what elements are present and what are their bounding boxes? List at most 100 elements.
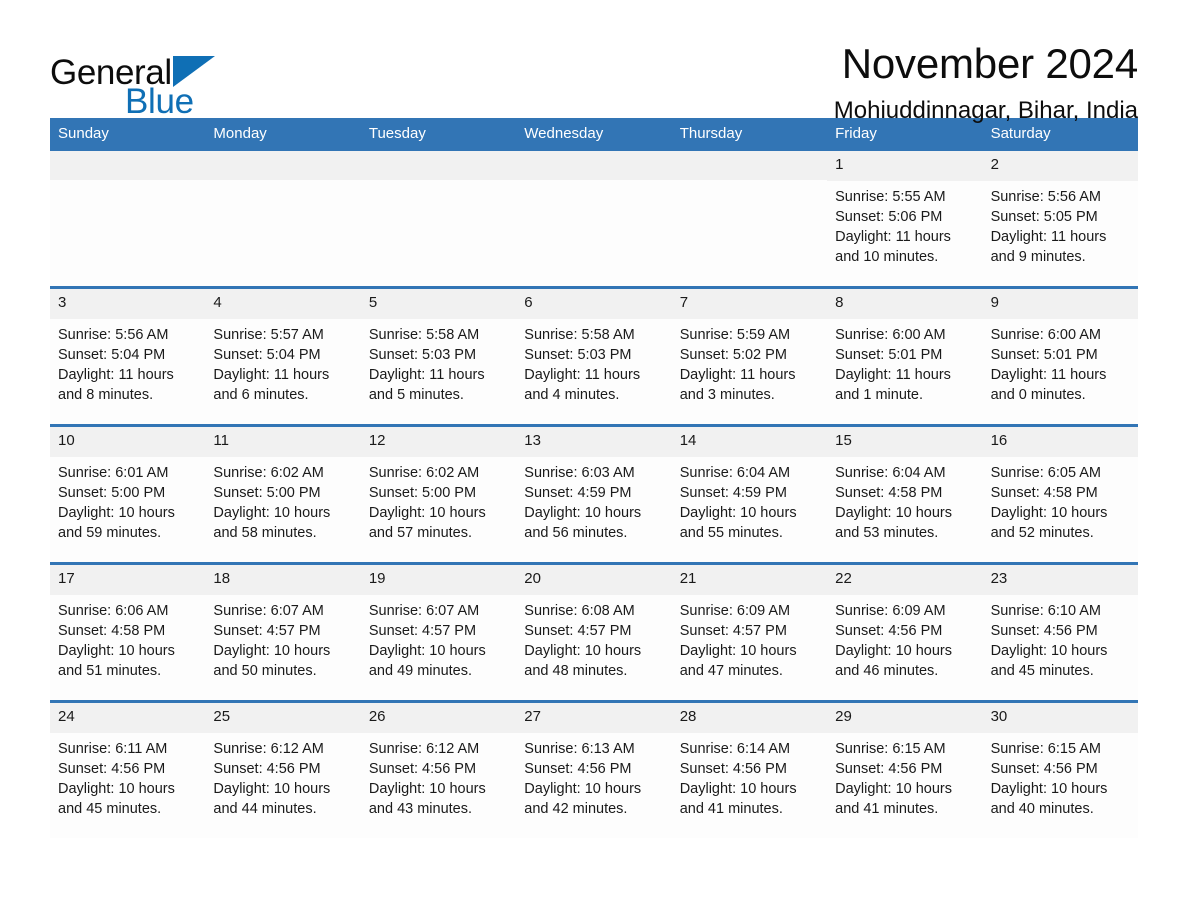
daylight-text: Daylight: 10 hours and 56 minutes. (524, 504, 642, 541)
calendar-day-cell[interactable]: 15 Sunrise: 6:04 AM Sunset: 4:58 PM Dayligh… (827, 427, 983, 562)
day-sun-info: Sunrise: 6:07 AM Sunset: 4:57 PM Daylight:… (361, 595, 516, 681)
sunrise-text: Sunrise: 5:56 AM (58, 326, 169, 343)
day-number (360, 151, 517, 180)
day-number: 8 (827, 289, 983, 319)
calendar-day-cell[interactable]: 6 Sunrise: 5:58 AM Sunset: 5:03 PM Daylight… (516, 289, 672, 424)
day-number: 4 (205, 289, 361, 319)
day-sun-info: Sunrise: 5:58 AM Sunset: 5:03 PM Daylight:… (361, 319, 516, 405)
day-sun-info: Sunrise: 6:13 AM Sunset: 4:56 PM Daylight:… (516, 733, 671, 819)
day-number: 19 (360, 565, 517, 595)
calendar-day-cell[interactable]: 27 Sunrise: 6:13 AM Sunset: 4:56 PM Dayligh… (516, 703, 672, 838)
day-sun-info: Sunrise: 6:04 AM Sunset: 4:58 PM Daylight:… (827, 457, 982, 543)
calendar-day-cell[interactable]: 1 Sunrise: 5:55 AM Sunset: 5:06 PM Daylight… (827, 151, 983, 286)
calendar-day-cell[interactable]: 26 Sunrise: 6:12 AM Sunset: 4:56 PM Dayligh… (360, 703, 517, 838)
sunrise-text: Sunrise: 6:05 AM (990, 464, 1101, 481)
sunset-text: Sunset: 5:04 PM (213, 346, 321, 363)
daylight-text: Daylight: 10 hours and 45 minutes. (990, 642, 1108, 679)
calendar-day-cell[interactable]: 24 Sunrise: 6:11 AM Sunset: 4:56 PM Dayligh… (50, 703, 206, 838)
weekday-header-friday: Friday (835, 125, 877, 142)
day-number: 12 (360, 427, 517, 457)
calendar-weeks: 1 Sunrise: 5:55 AM Sunset: 5:06 PM Daylight… (50, 151, 1138, 838)
calendar-day-cell[interactable]: 25 Sunrise: 6:12 AM Sunset: 4:56 PM Dayligh… (205, 703, 361, 838)
calendar-week-row: 17 Sunrise: 6:06 AM Sunset: 4:58 PM Dayligh… (50, 562, 1138, 700)
sunset-text: Sunset: 5:00 PM (368, 484, 477, 501)
sunrise-text: Sunrise: 6:07 AM (368, 602, 480, 619)
calendar-day-cell[interactable]: 16 Sunrise: 6:05 AM Sunset: 4:58 PM Dayligh… (982, 427, 1138, 562)
sunrise-text: Sunrise: 6:00 AM (990, 326, 1101, 343)
weekday-header-wednesday: Wednesday (524, 125, 604, 142)
day-sun-info: Sunrise: 6:12 AM Sunset: 4:56 PM Daylight:… (205, 733, 360, 819)
day-sun-info: Sunrise: 6:01 AM Sunset: 5:00 PM Daylight:… (50, 457, 205, 543)
sunset-text: Sunset: 4:57 PM (524, 622, 632, 639)
calendar-day-cell[interactable]: 18 Sunrise: 6:07 AM Sunset: 4:57 PM Dayligh… (205, 565, 361, 700)
daylight-text: Daylight: 11 hours and 0 minutes. (990, 366, 1107, 403)
sunset-text: Sunset: 5:02 PM (679, 346, 787, 363)
calendar-day-cell[interactable]: 14 Sunrise: 6:04 AM Sunset: 4:59 PM Dayligh… (671, 427, 828, 562)
day-sun-info: Sunrise: 5:55 AM Sunset: 5:06 PM Daylight:… (827, 181, 982, 267)
calendar-day-cell[interactable]: 3 Sunrise: 5:56 AM Sunset: 5:04 PM Daylight… (50, 289, 206, 424)
sunrise-text: Sunrise: 6:01 AM (58, 464, 169, 481)
day-sun-info: Sunrise: 6:00 AM Sunset: 5:01 PM Daylight:… (827, 319, 982, 405)
sunset-text: Sunset: 5:01 PM (835, 346, 943, 363)
day-sun-info: Sunrise: 6:06 AM Sunset: 4:58 PM Daylight:… (50, 595, 205, 681)
brand-name-blue: Blue (125, 82, 194, 121)
day-sun-info: Sunrise: 6:03 AM Sunset: 4:59 PM Daylight:… (516, 457, 671, 543)
calendar-day-cell[interactable]: 19 Sunrise: 6:07 AM Sunset: 4:57 PM Dayligh… (360, 565, 517, 700)
brand-logo[interactable]: General Blue (50, 40, 310, 121)
sunset-text: Sunset: 5:06 PM (835, 208, 943, 225)
day-sun-info: Sunrise: 6:15 AM Sunset: 4:56 PM Daylight:… (983, 733, 1138, 819)
daylight-text: Daylight: 10 hours and 44 minutes. (213, 780, 331, 817)
calendar-week-row: 24 Sunrise: 6:11 AM Sunset: 4:56 PM Dayligh… (50, 700, 1138, 838)
sunrise-text: Sunrise: 6:08 AM (524, 602, 635, 619)
calendar-day-cell[interactable]: 11 Sunrise: 6:02 AM Sunset: 5:00 PM Dayligh… (205, 427, 361, 562)
calendar-day-cell[interactable]: 22 Sunrise: 6:09 AM Sunset: 4:56 PM Dayligh… (827, 565, 983, 700)
daylight-text: Daylight: 10 hours and 43 minutes. (368, 780, 486, 817)
day-number: 11 (205, 427, 361, 457)
calendar-day-cell[interactable]: 7 Sunrise: 5:59 AM Sunset: 5:02 PM Daylight… (671, 289, 828, 424)
page-header: General Blue November 2024 Mohiuddinnaga… (50, 0, 1138, 124)
sunrise-text: Sunrise: 6:04 AM (835, 464, 946, 481)
sunrise-text: Sunrise: 6:02 AM (213, 464, 324, 481)
calendar-day-cell[interactable]: 29 Sunrise: 6:15 AM Sunset: 4:56 PM Dayligh… (827, 703, 983, 838)
calendar-day-cell[interactable]: 21 Sunrise: 6:09 AM Sunset: 4:57 PM Dayligh… (671, 565, 828, 700)
calendar-day-cell[interactable]: 2 Sunrise: 5:56 AM Sunset: 5:05 PM Daylight… (982, 151, 1138, 286)
day-number: 29 (827, 703, 983, 733)
day-sun-info: Sunrise: 6:05 AM Sunset: 4:58 PM Daylight:… (983, 457, 1138, 543)
sunset-text: Sunset: 5:01 PM (990, 346, 1098, 363)
day-number: 27 (516, 703, 672, 733)
day-sun-info: Sunrise: 6:00 AM Sunset: 5:01 PM Daylight:… (983, 319, 1138, 405)
calendar-day-cell[interactable]: 13 Sunrise: 6:03 AM Sunset: 4:59 PM Dayligh… (516, 427, 672, 562)
calendar-day-cell[interactable]: 23 Sunrise: 6:10 AM Sunset: 4:56 PM Dayligh… (982, 565, 1138, 700)
day-sun-info: Sunrise: 5:57 AM Sunset: 5:04 PM Daylight:… (205, 319, 360, 405)
day-number: 1 (827, 151, 983, 181)
calendar-day-cell[interactable]: 17 Sunrise: 6:06 AM Sunset: 4:58 PM Dayligh… (50, 565, 206, 700)
day-number: 9 (982, 289, 1138, 319)
sunrise-text: Sunrise: 5:58 AM (524, 326, 635, 343)
daylight-text: Daylight: 10 hours and 59 minutes. (58, 504, 175, 541)
calendar-day-cell[interactable]: 8 Sunrise: 6:00 AM Sunset: 5:01 PM Daylight… (827, 289, 983, 424)
calendar-day-cell[interactable]: 28 Sunrise: 6:14 AM Sunset: 4:56 PM Dayligh… (671, 703, 828, 838)
weekday-header-saturday: Saturday (990, 125, 1051, 142)
calendar-day-cell[interactable]: 10 Sunrise: 6:01 AM Sunset: 5:00 PM Dayligh… (50, 427, 206, 562)
calendar-cell-empty (671, 151, 828, 286)
day-sun-info: Sunrise: 6:09 AM Sunset: 4:56 PM Daylight:… (827, 595, 982, 681)
sunrise-text: Sunrise: 6:00 AM (835, 326, 946, 343)
sunset-text: Sunset: 4:56 PM (368, 760, 477, 777)
daylight-text: Daylight: 10 hours and 53 minutes. (835, 504, 953, 541)
sunset-text: Sunset: 4:59 PM (679, 484, 787, 501)
calendar-day-cell[interactable]: 12 Sunrise: 6:02 AM Sunset: 5:00 PM Dayligh… (360, 427, 517, 562)
sunset-text: Sunset: 4:56 PM (835, 760, 943, 777)
day-number: 14 (671, 427, 828, 457)
calendar-day-cell[interactable]: 9 Sunrise: 6:00 AM Sunset: 5:01 PM Daylight… (982, 289, 1138, 424)
day-sun-info: Sunrise: 6:15 AM Sunset: 4:56 PM Daylight:… (827, 733, 982, 819)
calendar-day-cell[interactable]: 30 Sunrise: 6:15 AM Sunset: 4:56 PM Dayligh… (982, 703, 1138, 838)
calendar-day-cell[interactable]: 5 Sunrise: 5:58 AM Sunset: 5:03 PM Daylight… (360, 289, 517, 424)
sunset-text: Sunset: 4:56 PM (58, 760, 166, 777)
sunrise-text: Sunrise: 6:12 AM (368, 740, 480, 757)
calendar-day-cell[interactable]: 20 Sunrise: 6:08 AM Sunset: 4:57 PM Dayligh… (516, 565, 672, 700)
daylight-text: Daylight: 11 hours and 10 minutes. (835, 228, 951, 265)
daylight-text: Daylight: 10 hours and 45 minutes. (58, 780, 175, 817)
day-number: 6 (516, 289, 672, 319)
calendar-day-cell[interactable]: 4 Sunrise: 5:57 AM Sunset: 5:04 PM Daylight… (205, 289, 361, 424)
daylight-text: Daylight: 11 hours and 1 minute. (835, 366, 951, 403)
